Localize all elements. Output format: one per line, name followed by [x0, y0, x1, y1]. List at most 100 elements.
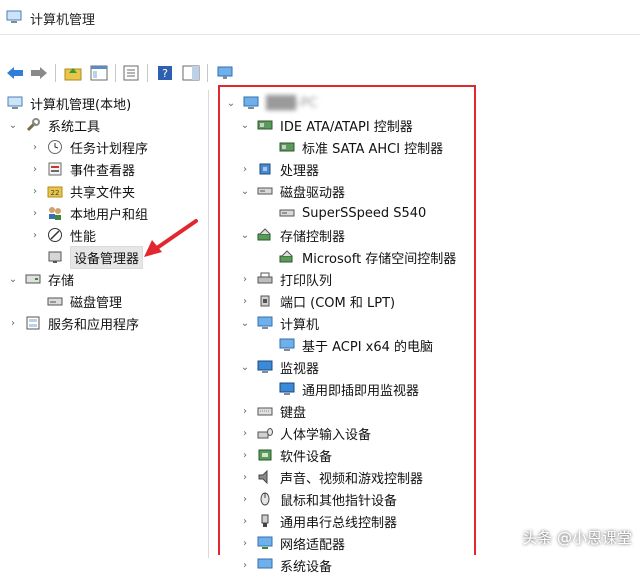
- tree-performance[interactable]: › 性能: [28, 224, 96, 246]
- device-category-audio[interactable]: › 声音、视频和游戏控制器: [238, 466, 423, 488]
- tree-root[interactable]: 计算机管理(本地): [6, 92, 131, 114]
- help-button[interactable]: ?: [154, 62, 176, 84]
- device-monitor-child[interactable]: 通用即插即用监视器: [278, 378, 419, 400]
- device-tree: ⌄ ███-PC ⌄ IDE ATA/ATAPI 控制器 标准 SATA AHC…: [210, 90, 640, 575]
- chevron-right-icon[interactable]: ›: [28, 162, 42, 176]
- device-category-hid[interactable]: › 人体学输入设备: [238, 422, 371, 444]
- show-action-pane-button[interactable]: [180, 62, 202, 84]
- toolbar-separator: [115, 64, 116, 82]
- device-label: 人体学输入设备: [280, 427, 372, 443]
- chevron-right-icon[interactable]: ›: [238, 162, 252, 176]
- tree-event-viewer[interactable]: › 事件查看器: [28, 158, 135, 180]
- disk-drive-icon: [278, 205, 296, 221]
- tree-label: 事件查看器: [70, 163, 136, 179]
- device-root[interactable]: ⌄ ███-PC: [224, 92, 318, 114]
- device-category-disk[interactable]: ⌄ 磁盘驱动器: [238, 180, 345, 202]
- device-disk-child[interactable]: SuperSSpeed S540: [278, 202, 426, 224]
- chevron-down-icon[interactable]: ⌄: [238, 360, 252, 374]
- back-button[interactable]: [4, 62, 26, 84]
- tree-shared-folders[interactable]: › 22 共享文件夹: [28, 180, 135, 202]
- device-category-network[interactable]: › 网络适配器: [238, 532, 345, 554]
- up-folder-button[interactable]: [62, 62, 84, 84]
- chevron-right-icon[interactable]: ›: [238, 514, 252, 528]
- device-manager-icon: [46, 249, 64, 265]
- chevron-down-icon[interactable]: ⌄: [6, 272, 20, 286]
- chevron-down-icon[interactable]: ⌄: [238, 228, 252, 242]
- tree-services[interactable]: › 服务和应用程序: [6, 312, 139, 334]
- scan-hardware-button[interactable]: [214, 62, 236, 84]
- properties-button[interactable]: [120, 62, 142, 84]
- device-category-storage-controllers[interactable]: ⌄ 存储控制器: [238, 224, 345, 246]
- tree-storage[interactable]: ⌄ 存储: [6, 268, 74, 290]
- device-category-mouse[interactable]: › 鼠标和其他指针设备: [238, 488, 397, 510]
- storage-icon: [24, 271, 42, 287]
- device-category-monitor[interactable]: ⌄ 监视器: [238, 356, 319, 378]
- chevron-right-icon[interactable]: ›: [238, 272, 252, 286]
- tree-task-scheduler[interactable]: › 任务计划程序: [28, 136, 148, 158]
- port-icon: [256, 293, 274, 309]
- device-category-print-queue[interactable]: › 打印队列: [238, 268, 332, 290]
- chevron-right-icon[interactable]: ›: [238, 536, 252, 550]
- device-label: 基于 ACPI x64 的电脑: [302, 339, 434, 355]
- chevron-right-icon[interactable]: ›: [6, 316, 20, 330]
- device-category-system[interactable]: › 系统设备: [238, 554, 332, 576]
- chevron-right-icon[interactable]: ›: [28, 228, 42, 242]
- no-chevron: [28, 294, 42, 308]
- speaker-icon: [256, 469, 274, 485]
- tree-local-users[interactable]: › 本地用户和组: [28, 202, 148, 224]
- toolbar-separator: [207, 64, 208, 82]
- chevron-right-icon[interactable]: ›: [28, 206, 42, 220]
- tree-label: 共享文件夹: [70, 185, 136, 201]
- system-device-icon: [256, 557, 274, 573]
- chevron-right-icon[interactable]: ›: [238, 492, 252, 506]
- chevron-right-icon[interactable]: ›: [238, 294, 252, 308]
- monitor-icon: [256, 359, 274, 375]
- toolbar-separator: [55, 64, 56, 82]
- chevron-right-icon[interactable]: ›: [28, 184, 42, 198]
- usb-icon: [256, 513, 274, 529]
- tools-icon: [24, 117, 42, 133]
- chevron-right-icon[interactable]: ›: [238, 404, 252, 418]
- computer-icon: [256, 315, 274, 331]
- tree-label: 任务计划程序: [70, 141, 149, 157]
- mouse-icon: [256, 491, 274, 507]
- tree-disk-management[interactable]: 磁盘管理: [28, 290, 122, 312]
- device-category-usb[interactable]: › 通用串行总线控制器: [238, 510, 397, 532]
- no-chevron: [28, 250, 42, 264]
- tree-label: 服务和应用程序: [48, 317, 140, 333]
- chevron-right-icon[interactable]: ›: [28, 140, 42, 154]
- clock-icon: [46, 139, 64, 155]
- chevron-right-icon[interactable]: ›: [238, 558, 252, 572]
- show-console-tree-button[interactable]: [88, 62, 110, 84]
- toolbar: ?: [0, 58, 640, 88]
- properties-icon: [123, 65, 139, 81]
- chevron-right-icon[interactable]: ›: [238, 470, 252, 484]
- device-category-ports[interactable]: › 端口 (COM 和 LPT): [238, 290, 395, 312]
- device-ide-child[interactable]: 标准 SATA AHCI 控制器: [278, 136, 443, 158]
- device-category-software[interactable]: › 软件设备: [238, 444, 332, 466]
- device-computer-child[interactable]: 基于 ACPI x64 的电脑: [278, 334, 433, 356]
- chevron-right-icon[interactable]: ›: [238, 426, 252, 440]
- device-category-processor[interactable]: › 处理器: [238, 158, 319, 180]
- chevron-right-icon[interactable]: ›: [238, 448, 252, 462]
- device-storage-controller-child[interactable]: Microsoft 存储空间控制器: [278, 246, 456, 268]
- chevron-down-icon[interactable]: ⌄: [6, 118, 20, 132]
- chevron-down-icon[interactable]: ⌄: [224, 96, 238, 110]
- disk-management-icon: [46, 293, 64, 309]
- forward-button[interactable]: [28, 62, 50, 84]
- computer-management-icon: [6, 95, 24, 111]
- device-label: Microsoft 存储空间控制器: [302, 251, 457, 267]
- device-category-computer[interactable]: ⌄ 计算机: [238, 312, 319, 334]
- window-title: 计算机管理: [30, 13, 96, 28]
- chevron-down-icon[interactable]: ⌄: [238, 118, 252, 132]
- tree-device-manager[interactable]: 设备管理器: [28, 245, 144, 269]
- chevron-down-icon[interactable]: ⌄: [238, 316, 252, 330]
- device-label: 软件设备: [280, 449, 333, 465]
- chevron-down-icon[interactable]: ⌄: [238, 184, 252, 198]
- device-category-ide[interactable]: ⌄ IDE ATA/ATAPI 控制器: [238, 114, 413, 136]
- device-category-keyboard[interactable]: › 键盘: [238, 400, 306, 422]
- keyboard-icon: [256, 403, 274, 419]
- computer-management-icon: [6, 10, 22, 23]
- monitor-icon: [217, 66, 233, 79]
- tree-system-tools[interactable]: ⌄ 系统工具: [6, 114, 100, 136]
